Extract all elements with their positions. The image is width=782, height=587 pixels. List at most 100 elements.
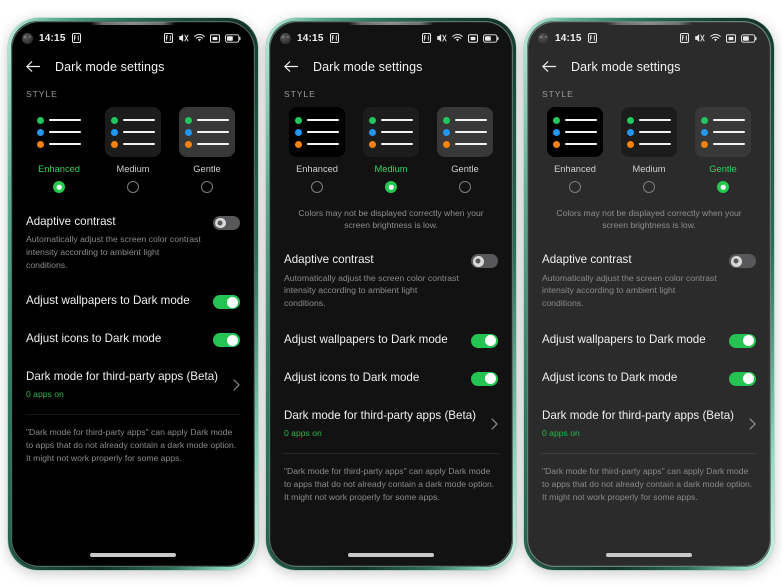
style-thumb-row bbox=[443, 116, 487, 124]
style-thumb-dot bbox=[295, 140, 302, 148]
phone-screen: 14:15 Dark mode settings STYLE Enhanced Medi… bbox=[527, 21, 771, 567]
style-thumb-row bbox=[627, 116, 671, 124]
style-thumb-dot bbox=[553, 116, 560, 124]
row-adjust-icons[interactable]: Adjust icons to Dark mode bbox=[283, 359, 499, 397]
style-radio-medium[interactable] bbox=[127, 181, 139, 193]
style-thumbnail[interactable] bbox=[437, 107, 493, 157]
adjust-icons-title: Adjust icons to Dark mode bbox=[26, 332, 162, 346]
row-adjust-wallpapers[interactable]: Adjust wallpapers to Dark mode bbox=[25, 282, 241, 320]
adjust-wallpapers-toggle[interactable] bbox=[213, 295, 240, 310]
style-option-gentle[interactable]: Gentle bbox=[693, 107, 753, 193]
back-arrow-icon[interactable] bbox=[283, 59, 300, 74]
chevron-right-icon bbox=[491, 417, 498, 430]
style-thumb-row bbox=[627, 140, 671, 148]
style-thumb-line bbox=[49, 118, 81, 122]
style-thumb-row bbox=[37, 116, 81, 124]
style-option-enhanced[interactable]: Enhanced bbox=[545, 107, 605, 193]
style-option-gentle[interactable]: Gentle bbox=[435, 107, 495, 193]
style-thumbnail[interactable] bbox=[105, 107, 161, 157]
status-bar: 14:15 bbox=[527, 25, 771, 51]
row-third-party-dark-mode[interactable]: Dark mode for third-party apps (Beta) 0 a… bbox=[25, 358, 241, 410]
toggle-knob bbox=[485, 373, 497, 384]
signal-icon bbox=[210, 33, 220, 43]
adjust-wallpapers-toggle[interactable] bbox=[471, 333, 498, 348]
style-radio-enhanced[interactable] bbox=[569, 181, 581, 193]
style-option-label: Gentle bbox=[193, 164, 221, 174]
style-thumb-dot bbox=[701, 128, 708, 136]
style-thumb-line bbox=[565, 130, 597, 134]
adjust-wallpapers-toggle[interactable] bbox=[729, 333, 756, 348]
style-thumbnail[interactable] bbox=[695, 107, 751, 157]
row-adjust-wallpapers[interactable]: Adjust wallpapers to Dark mode bbox=[283, 321, 499, 359]
style-option-enhanced[interactable]: Enhanced bbox=[29, 107, 89, 193]
earpiece-speaker bbox=[90, 22, 176, 25]
home-gesture-pill[interactable] bbox=[90, 553, 176, 557]
style-option-medium[interactable]: Medium bbox=[103, 107, 163, 193]
style-option-gentle[interactable]: Gentle bbox=[177, 107, 237, 193]
style-thumbnail[interactable] bbox=[31, 107, 87, 157]
style-radio-enhanced[interactable] bbox=[311, 181, 323, 193]
style-thumb-row bbox=[37, 140, 81, 148]
adaptive-contrast-toggle[interactable] bbox=[729, 254, 756, 269]
style-option-enhanced[interactable]: Enhanced bbox=[287, 107, 347, 193]
style-thumbnail[interactable] bbox=[289, 107, 345, 157]
battery-icon bbox=[225, 33, 241, 43]
style-thumb-line bbox=[197, 142, 229, 146]
style-thumbnail[interactable] bbox=[363, 107, 419, 157]
row-third-party-dark-mode[interactable]: Dark mode for third-party apps (Beta) 0 a… bbox=[541, 397, 757, 449]
style-options-group: Enhanced Medium Gentle bbox=[25, 107, 241, 193]
style-thumb-row bbox=[553, 140, 597, 148]
style-thumbnail[interactable] bbox=[547, 107, 603, 157]
style-option-medium[interactable]: Medium bbox=[619, 107, 679, 193]
style-thumb-line bbox=[307, 130, 339, 134]
adaptive-contrast-toggle[interactable] bbox=[213, 216, 240, 230]
style-thumb-row bbox=[295, 128, 339, 136]
style-thumb-row bbox=[443, 140, 487, 148]
row-adjust-icons[interactable]: Adjust icons to Dark mode bbox=[25, 320, 241, 358]
style-thumb-row bbox=[185, 128, 229, 136]
style-thumb-row bbox=[295, 140, 339, 148]
row-adjust-wallpapers[interactable]: Adjust wallpapers to Dark mode bbox=[541, 321, 757, 359]
row-adaptive-contrast[interactable]: Adaptive contrast Automatically adjust th… bbox=[283, 241, 499, 320]
style-radio-enhanced[interactable] bbox=[53, 181, 65, 193]
style-thumb-dot bbox=[443, 128, 450, 136]
style-thumbnail[interactable] bbox=[179, 107, 235, 157]
style-radio-gentle[interactable] bbox=[459, 181, 471, 193]
adjust-icons-toggle[interactable] bbox=[471, 371, 498, 386]
settings-rows: Adaptive contrast Automatically adjust th… bbox=[25, 203, 241, 465]
row-adaptive-contrast[interactable]: Adaptive contrast Automatically adjust th… bbox=[541, 241, 757, 320]
home-gesture-pill[interactable] bbox=[606, 553, 692, 557]
toggle-knob bbox=[743, 335, 755, 346]
style-thumb-dot bbox=[295, 128, 302, 136]
style-thumb-dot bbox=[185, 140, 192, 148]
style-thumb-line bbox=[49, 130, 81, 134]
style-radio-gentle[interactable] bbox=[717, 181, 729, 193]
home-gesture-pill[interactable] bbox=[348, 553, 434, 557]
style-radio-medium[interactable] bbox=[385, 181, 397, 193]
adjust-icons-toggle[interactable] bbox=[729, 371, 756, 386]
style-thumbnail[interactable] bbox=[621, 107, 677, 157]
row-third-party-dark-mode[interactable]: Dark mode for third-party apps (Beta) 0 a… bbox=[283, 397, 499, 449]
style-radio-gentle[interactable] bbox=[201, 181, 213, 193]
style-thumb-dot bbox=[185, 128, 192, 136]
adaptive-contrast-toggle[interactable] bbox=[471, 254, 498, 269]
style-radio-medium[interactable] bbox=[643, 181, 655, 193]
row-adjust-icons[interactable]: Adjust icons to Dark mode bbox=[541, 359, 757, 397]
third-party-title: Dark mode for third-party apps (Beta) bbox=[542, 408, 735, 422]
style-thumb-dot bbox=[369, 140, 376, 148]
style-option-label: Enhanced bbox=[554, 164, 596, 174]
row-text: Adaptive contrast Automatically adjust th… bbox=[26, 214, 203, 271]
toggle-knob bbox=[472, 256, 484, 267]
row-text: Adaptive contrast Automatically adjust th… bbox=[284, 252, 461, 309]
toggle-knob bbox=[743, 373, 755, 384]
back-arrow-icon[interactable] bbox=[541, 59, 558, 74]
style-thumb-line bbox=[307, 118, 339, 122]
style-option-medium[interactable]: Medium bbox=[361, 107, 421, 193]
adaptive-contrast-title: Adaptive contrast bbox=[26, 215, 116, 228]
front-camera-punch-hole bbox=[538, 32, 549, 44]
back-arrow-icon[interactable] bbox=[25, 59, 42, 74]
row-adaptive-contrast[interactable]: Adaptive contrast Automatically adjust th… bbox=[25, 203, 241, 282]
style-option-label: Medium bbox=[374, 164, 408, 174]
style-thumb-line bbox=[381, 118, 413, 122]
adjust-icons-toggle[interactable] bbox=[213, 333, 240, 348]
